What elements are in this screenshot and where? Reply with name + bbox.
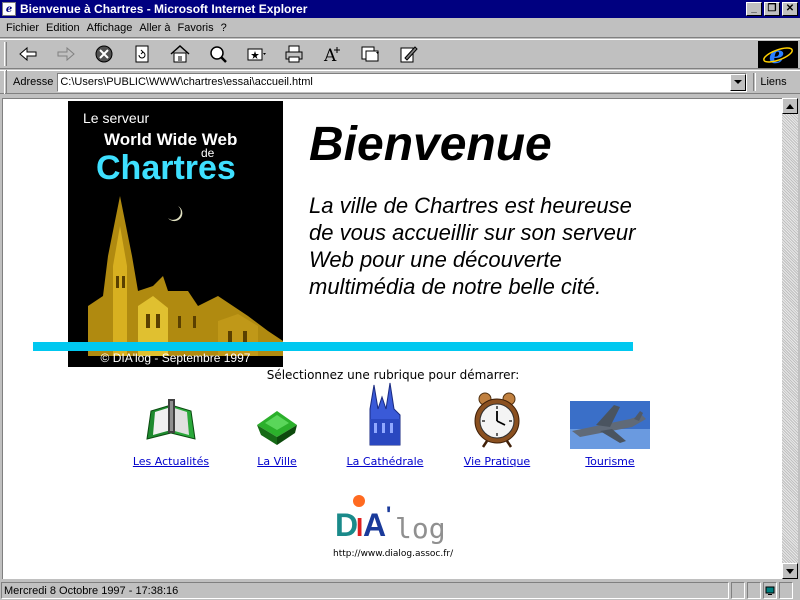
links-label[interactable]: Liens	[760, 76, 786, 88]
stop-icon	[95, 45, 113, 63]
section-actualites[interactable]: Les Actualités	[131, 389, 211, 468]
chevron-down-icon	[786, 568, 794, 574]
section-link-actualites[interactable]: Les Actualités	[131, 455, 211, 468]
status-cell-4	[779, 582, 793, 599]
scroll-up-button[interactable]	[782, 98, 798, 114]
menu-help[interactable]: ?	[219, 22, 232, 34]
computer-zone-icon	[765, 586, 775, 595]
forward-button[interactable]	[47, 41, 85, 67]
page-content: Le serveur World Wide Web de Chartres © …	[2, 98, 782, 579]
decorative-rule	[33, 342, 633, 351]
browser-window: e Bienvenue à Chartres - Microsoft Inter…	[0, 0, 800, 600]
house-icon[interactable]	[251, 389, 303, 449]
hero-city-name: Chartres	[96, 149, 236, 187]
svg-text:': '	[386, 502, 391, 527]
home-icon	[170, 44, 190, 63]
svg-text:e: e	[769, 41, 784, 68]
cathedral-night-illustration	[88, 196, 283, 356]
svg-text:log: log	[395, 512, 446, 545]
svg-text:D: D	[335, 507, 358, 543]
edit-button[interactable]	[389, 41, 427, 67]
menu-affichage[interactable]: Affichage	[85, 22, 138, 34]
page-heading: Bienvenue	[309, 118, 552, 171]
print-icon	[285, 45, 303, 63]
menu-aller[interactable]: Aller à	[137, 22, 175, 34]
section-vie-pratique[interactable]: Vie Pratique	[461, 389, 533, 468]
search-icon	[210, 46, 227, 63]
svg-text:A: A	[323, 46, 337, 64]
back-button[interactable]	[9, 41, 47, 67]
links-separator	[753, 73, 757, 91]
home-button[interactable]	[161, 41, 199, 67]
links-toolbar[interactable]: Liens	[753, 73, 787, 91]
section-link-cathedrale[interactable]: La Cathédrale	[343, 455, 427, 468]
favorites-icon	[247, 48, 266, 61]
address-grip[interactable]	[4, 70, 7, 94]
cathedral-icon[interactable]	[360, 379, 410, 449]
maximize-button[interactable]: ❐	[764, 2, 780, 16]
minimize-button[interactable]: _	[746, 2, 762, 16]
status-text: Mercredi 8 Octobre 1997 - 17:38:16	[1, 582, 729, 599]
airplane-icon[interactable]	[570, 401, 650, 449]
status-zone[interactable]	[763, 582, 777, 599]
hero-line-2: World Wide Web	[104, 130, 238, 149]
hero-image: Le serveur World Wide Web de Chartres © …	[68, 101, 283, 367]
status-cell-2	[747, 582, 761, 599]
menu-edition[interactable]: Edition	[44, 22, 85, 34]
section-link-vie-pratique[interactable]: Vie Pratique	[461, 455, 533, 468]
address-bar: Adresse C:\Users\PUBLIC\WWW\chartres\ess…	[0, 70, 800, 94]
ie-logo-icon[interactable]: e	[758, 41, 798, 68]
menu-fichier[interactable]: Fichier	[4, 22, 44, 34]
section-link-ville[interactable]: La Ville	[251, 455, 303, 468]
back-icon	[19, 46, 37, 62]
alarm-clock-icon[interactable]	[471, 389, 523, 449]
vertical-scrollbar[interactable]	[782, 98, 798, 579]
dialog-url[interactable]: http://www.dialog.assoc.fr/	[333, 549, 453, 559]
print-button[interactable]	[275, 41, 313, 67]
section-cathedrale[interactable]: La Cathédrale	[343, 382, 427, 468]
ie-app-icon[interactable]: e	[2, 2, 16, 16]
refresh-button[interactable]	[123, 41, 161, 67]
status-cell-1	[731, 582, 745, 599]
address-input[interactable]: C:\Users\PUBLIC\WWW\chartres\essai\accue…	[57, 72, 748, 92]
chevron-up-icon	[786, 103, 794, 109]
status-bar: Mercredi 8 Octobre 1997 - 17:38:16	[0, 581, 800, 600]
address-url[interactable]: C:\Users\PUBLIC\WWW\chartres\essai\accue…	[60, 76, 730, 88]
book-icon[interactable]	[141, 389, 201, 449]
section-tourisme[interactable]: Tourisme	[569, 389, 651, 468]
font-button[interactable]: A	[313, 41, 351, 67]
forward-icon	[57, 46, 75, 62]
chevron-down-icon	[734, 79, 743, 84]
hero-line-1: Le serveur	[83, 110, 150, 126]
hero-copyright: © DIA'log - Septembre 1997	[100, 351, 251, 365]
section-link-tourisme[interactable]: Tourisme	[569, 455, 651, 468]
title-bar[interactable]: e Bienvenue à Chartres - Microsoft Inter…	[0, 0, 800, 18]
scroll-down-button[interactable]	[782, 563, 798, 579]
favorites-button[interactable]	[237, 41, 275, 67]
refresh-icon	[135, 45, 149, 63]
close-button[interactable]: ✕	[782, 2, 798, 16]
toolbar-grip[interactable]	[4, 42, 7, 66]
search-button[interactable]	[199, 41, 237, 67]
menu-bar: Fichier Edition Affichage Aller à Favori…	[0, 18, 800, 38]
address-label: Adresse	[13, 76, 54, 88]
dialog-logo-graphic: D I A ' log	[335, 495, 446, 545]
stop-button[interactable]	[85, 41, 123, 67]
address-dropdown-button[interactable]	[730, 73, 747, 91]
mail-button[interactable]	[351, 41, 389, 67]
intro-text: La ville de Chartres est heureuse de vou…	[309, 193, 636, 299]
toolbar: A e	[0, 39, 800, 69]
mail-icon	[361, 46, 379, 62]
svg-text:A: A	[363, 507, 386, 543]
font-icon: A	[323, 46, 340, 64]
edit-icon	[400, 46, 418, 63]
window-title: Bienvenue à Chartres - Microsoft Interne…	[20, 2, 308, 16]
section-ville[interactable]: La Ville	[251, 389, 303, 468]
menu-favoris[interactable]: Favoris	[176, 22, 219, 34]
